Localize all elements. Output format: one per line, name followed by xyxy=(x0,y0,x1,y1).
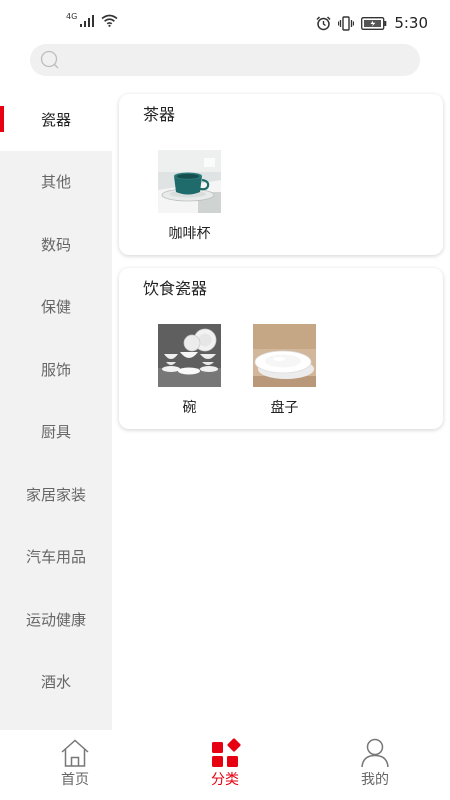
bottom-tab-bar: 首页 分类 我的 xyxy=(0,730,450,800)
product-grid: 碗 盘子 xyxy=(119,300,443,429)
tab-category[interactable]: 分类 xyxy=(150,730,300,800)
product-plates[interactable]: 盘子 xyxy=(253,324,316,417)
sidebar-item-apparel[interactable]: 服饰 xyxy=(0,338,112,401)
section-title: 茶器 xyxy=(143,105,176,124)
tab-home[interactable]: 首页 xyxy=(0,730,150,800)
product-label: 盘子 xyxy=(270,400,299,416)
sidebar-item-home-decor[interactable]: 家居家装 xyxy=(0,463,112,526)
signal-icon xyxy=(80,15,95,27)
sidebar-item-beverages[interactable]: 酒水 xyxy=(0,651,112,714)
plates-photo xyxy=(253,324,316,387)
network-type: 4G xyxy=(66,12,78,21)
section-card-tableware: 饮食瓷器 碗 盘子 xyxy=(119,268,443,429)
sidebar-item-health[interactable]: 保健 xyxy=(0,276,112,339)
profile-icon xyxy=(361,738,389,768)
product-bowl[interactable]: 碗 xyxy=(158,324,221,417)
search-icon xyxy=(40,50,59,69)
tab-label: 首页 xyxy=(61,772,89,788)
sidebar-item-car-supplies[interactable]: 汽车用品 xyxy=(0,526,112,589)
coffee-cup-photo xyxy=(158,150,221,213)
bowl-set-photo xyxy=(158,324,221,387)
app-root: 4G 5:30 瓷器 其他 数码 保健 服饰 厨具 家居家装 汽车用品 运动健康… xyxy=(0,0,450,800)
sidebar-item-sports-health[interactable]: 运动健康 xyxy=(0,588,112,651)
search-input[interactable] xyxy=(66,48,406,72)
tab-label: 分类 xyxy=(211,772,239,788)
battery-icon xyxy=(361,16,387,30)
section-title: 饮食瓷器 xyxy=(143,279,208,298)
alarm-icon xyxy=(316,15,331,30)
home-icon xyxy=(61,739,89,767)
product-label: 碗 xyxy=(182,400,197,416)
category-content: 茶器 咖啡杯 饮食瓷器 碗 盘子 xyxy=(119,94,443,442)
section-card-tea-ware: 茶器 咖啡杯 xyxy=(119,94,443,255)
vibrate-icon xyxy=(338,15,355,31)
tab-profile[interactable]: 我的 xyxy=(300,730,450,800)
product-grid: 咖啡杯 xyxy=(119,126,443,255)
product-coffee-cup[interactable]: 咖啡杯 xyxy=(158,150,221,243)
status-bar: 4G 5:30 xyxy=(0,0,450,42)
clock-time: 5:30 xyxy=(394,14,428,32)
sidebar-item-other[interactable]: 其他 xyxy=(0,151,112,214)
sidebar-item-ceramics[interactable]: 瓷器 xyxy=(0,88,112,151)
category-sidebar: 瓷器 其他 数码 保健 服饰 厨具 家居家装 汽车用品 运动健康 酒水 xyxy=(0,88,112,730)
status-right: 5:30 xyxy=(316,14,428,32)
tab-label: 我的 xyxy=(361,772,389,788)
wifi-icon xyxy=(101,14,118,27)
sidebar-item-kitchenware[interactable]: 厨具 xyxy=(0,401,112,464)
sidebar-item-digital[interactable]: 数码 xyxy=(0,213,112,276)
status-left: 4G xyxy=(66,12,118,27)
search-bar[interactable] xyxy=(30,44,420,76)
product-label: 咖啡杯 xyxy=(168,226,211,242)
category-icon xyxy=(212,738,241,767)
